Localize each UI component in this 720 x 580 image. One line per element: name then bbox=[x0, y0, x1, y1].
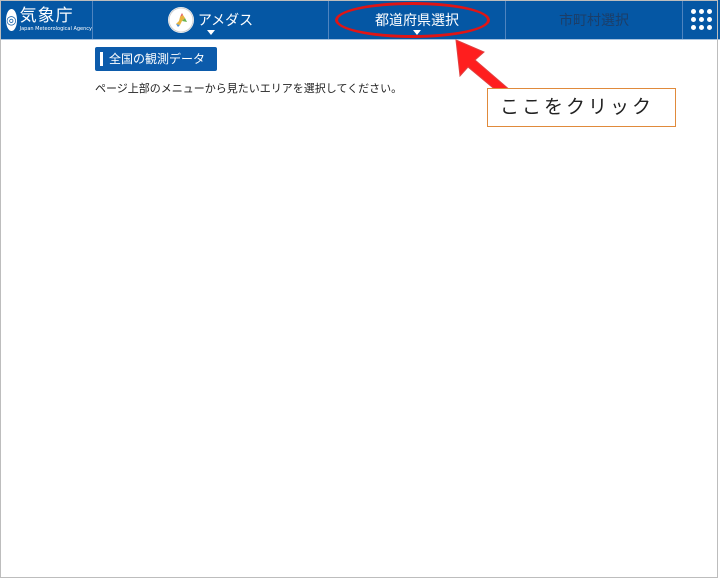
highlight-ellipse bbox=[335, 2, 490, 38]
grid-menu-icon bbox=[691, 9, 712, 30]
logo-title: 気象庁 bbox=[19, 5, 74, 26]
pointer-arrow-icon bbox=[455, 39, 512, 96]
nav-amedas[interactable]: アメダス bbox=[93, 0, 329, 39]
jma-emblem-icon: ◎ bbox=[6, 8, 17, 31]
menu-grid-button[interactable] bbox=[683, 0, 720, 39]
logo-subtitle: Japan Meteorological Agency bbox=[19, 25, 92, 32]
amedas-map-icon bbox=[167, 6, 194, 33]
chevron-down-icon bbox=[206, 30, 215, 35]
nav-city-select[interactable]: 市町村選択 bbox=[506, 0, 683, 39]
click-here-callout: ここをクリック bbox=[487, 88, 676, 127]
jma-logo[interactable]: ◎ 気象庁 Japan Meteorological Agency bbox=[0, 0, 93, 39]
instruction-text: ページ上部のメニューから見たいエリアを選択してください。 bbox=[95, 82, 403, 95]
nav-city-label: 市町村選択 bbox=[559, 12, 629, 29]
nav-amedas-label: アメダス bbox=[197, 12, 254, 29]
section-badge: 全国の観測データ bbox=[95, 47, 218, 71]
